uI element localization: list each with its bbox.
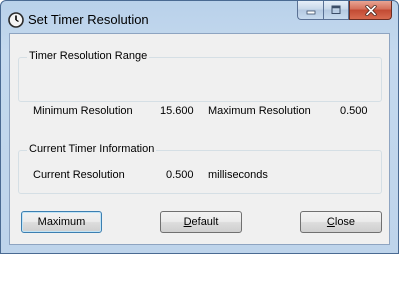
current-resolution-value: 0.500: [166, 169, 194, 181]
maximum-resolution-label: Maximum Resolution: [208, 105, 311, 117]
maximum-resolution-value: 0.500: [340, 105, 368, 117]
minimize-icon: [306, 10, 315, 15]
window-title: Set Timer Resolution: [28, 12, 149, 27]
maximize-icon: [331, 5, 341, 14]
minimum-resolution-label: Minimum Resolution: [33, 105, 133, 117]
close-button[interactable]: Close: [300, 211, 382, 233]
timer-range-legend: Timer Resolution Range: [27, 50, 150, 62]
close-window-button[interactable]: [349, 1, 392, 20]
minimum-resolution-value: 15.600: [160, 105, 194, 117]
default-rest: efault: [191, 216, 219, 228]
close-rest: lose: [334, 216, 356, 228]
maximum-button[interactable]: Maximum: [21, 211, 102, 233]
maximum-button-label: Maximum: [37, 216, 86, 228]
current-timer-legend: Current Timer Information: [27, 143, 157, 155]
timer-range-group: Timer Resolution Range: [18, 50, 382, 102]
dialog-window: Set Timer Resolution Timer Resolution Ra…: [0, 0, 399, 254]
title-bar[interactable]: Set Timer Resolution: [1, 1, 398, 33]
default-button-label: Default: [184, 216, 219, 228]
maximize-button[interactable]: [323, 1, 349, 20]
clock-icon: [8, 12, 24, 28]
default-button[interactable]: Default: [160, 211, 242, 233]
close-icon: [364, 4, 377, 16]
minimize-button[interactable]: [297, 1, 323, 20]
dialog-content: Timer Resolution Range Minimum Resolutio…: [9, 33, 390, 245]
default-mnemonic: D: [183, 216, 192, 228]
current-resolution-label: Current Resolution: [33, 169, 125, 181]
close-button-label: Close: [327, 216, 355, 228]
close-mnemonic: C: [326, 216, 335, 228]
caption-buttons: [297, 1, 392, 21]
current-resolution-unit: milliseconds: [208, 169, 268, 181]
